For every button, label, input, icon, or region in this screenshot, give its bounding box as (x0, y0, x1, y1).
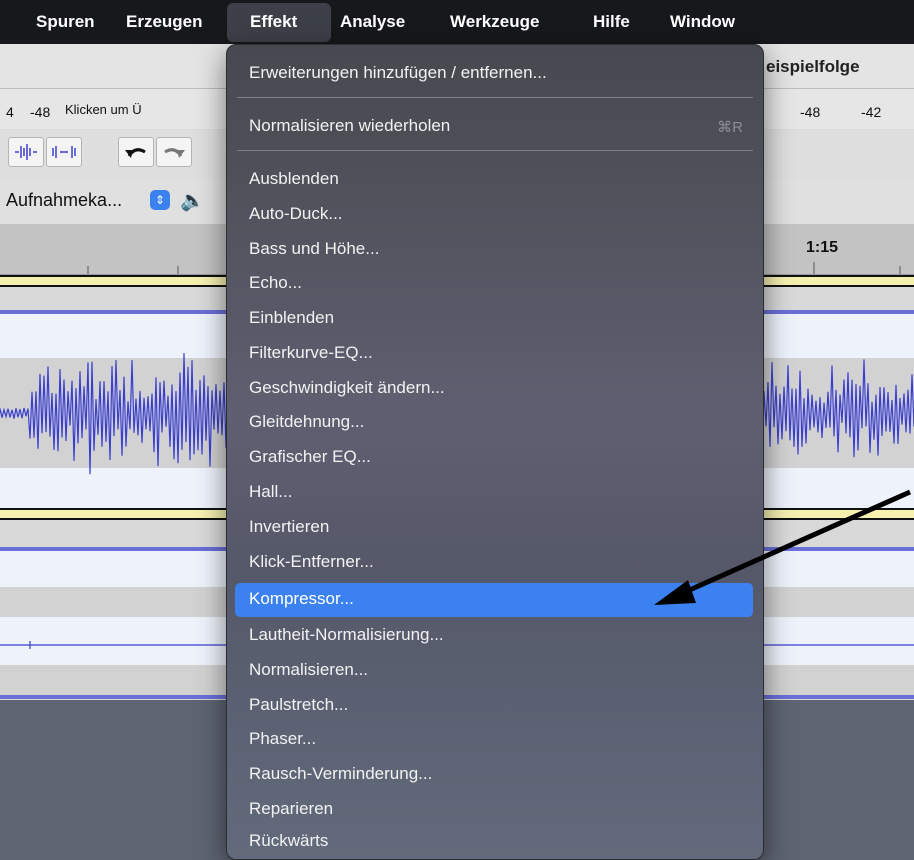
annotation-arrow (654, 489, 912, 605)
